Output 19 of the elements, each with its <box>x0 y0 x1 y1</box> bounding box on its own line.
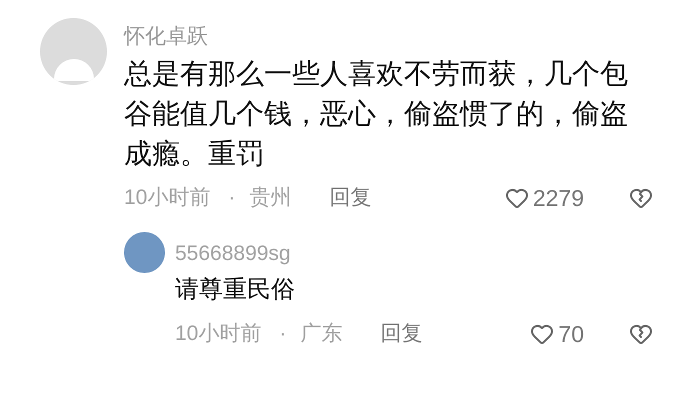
dislike-icon[interactable] <box>629 186 653 210</box>
dislike-icon[interactable] <box>629 322 653 346</box>
separator-dot: · <box>279 321 286 348</box>
username[interactable]: 55668899sg <box>175 240 653 268</box>
like-count: 70 <box>558 320 584 349</box>
like-count: 2279 <box>532 184 584 213</box>
like-icon[interactable] <box>530 322 554 346</box>
comment-location: 广东 <box>300 321 342 348</box>
comment-text: 请尊重民俗 <box>175 275 296 305</box>
reply-link[interactable]: 回复 <box>329 182 372 214</box>
comment-location: 贵州 <box>249 185 292 212</box>
avatar[interactable] <box>124 232 165 273</box>
separator-dot: · <box>228 185 236 212</box>
reply-link[interactable]: 回复 <box>380 318 422 350</box>
username[interactable]: 怀化卓跃 <box>124 22 653 52</box>
like-icon[interactable] <box>504 186 529 210</box>
comment-time: 10小时前 <box>175 321 262 348</box>
comment-text: 总是有那么一些人喜欢不劳而获，几个包谷能值几个钱，恶心，偷盗惯了的，偷盗成瘾。重罚 <box>124 57 629 171</box>
comment-time: 10小时前 <box>124 185 210 212</box>
